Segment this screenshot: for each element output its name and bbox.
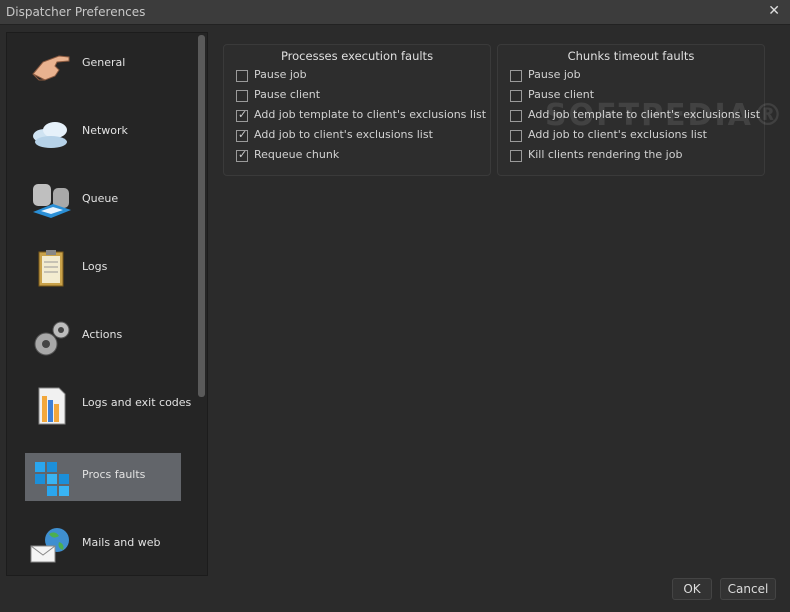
checkbox[interactable] [510, 110, 522, 122]
checkbox-checked[interactable]: ✓ [236, 128, 248, 142]
sidebar-item-logs-and-exit-codes[interactable]: Logs and exit codes [25, 381, 191, 429]
sidebar-item-general[interactable]: General [25, 41, 181, 89]
checkbox[interactable] [510, 70, 522, 82]
checkbox[interactable] [510, 130, 522, 142]
ok-button[interactable]: OK [672, 578, 712, 600]
log-file-icon [38, 387, 66, 425]
sidebar: General Network Queue Logs Actions Logs … [6, 32, 208, 576]
sidebar-item-actions[interactable]: Actions [25, 313, 181, 361]
check-icon: ✓ [238, 128, 248, 141]
sidebar-item-label: Mails and web [82, 536, 161, 549]
sidebar-item-label: Logs [82, 260, 108, 273]
group-title: Processes execution faults [280, 49, 434, 63]
check-icon: ✓ [238, 148, 248, 161]
checkbox[interactable] [510, 150, 522, 162]
cloud-icon [33, 122, 67, 148]
sidebar-scrollbar[interactable] [198, 35, 205, 397]
option-label: Pause job [254, 68, 307, 81]
database-queue-icon [33, 184, 71, 218]
option-label: Add job template to client's exclusions … [528, 108, 761, 121]
sidebar-item-label: General [82, 56, 126, 69]
title-bar: Dispatcher Preferences ✕ [0, 0, 790, 25]
check-icon: ✓ [238, 108, 248, 121]
sidebar-item-logs[interactable]: Logs [25, 245, 181, 293]
option-label: Pause job [528, 68, 581, 81]
cubes-icon [35, 462, 69, 496]
option-label: Requeue chunk [254, 148, 340, 161]
option-label: Kill clients rendering the job [528, 148, 683, 161]
option-label: Pause client [254, 88, 321, 101]
clipboard-icon [38, 250, 64, 287]
sidebar-item-label: Queue [82, 192, 119, 205]
window-title: Dispatcher Preferences [6, 5, 146, 19]
sidebar-item-label: Network [82, 124, 128, 137]
sidebar-item-procs-faults[interactable]: Procs faults [25, 453, 181, 501]
mail-globe-icon [30, 528, 69, 563]
pointing-hand-icon [32, 55, 70, 81]
option-label: Add job to client's exclusions list [254, 128, 433, 141]
sidebar-item-label: Logs and exit codes [82, 396, 192, 409]
chunks-timeout-faults-group: Chunks timeout faults Pause job Pause cl… [497, 44, 765, 176]
checkbox[interactable] [236, 90, 248, 102]
option-label: Pause client [528, 88, 595, 101]
processes-execution-faults-group: Processes execution faults Pause job Pau… [223, 44, 491, 176]
option-label: Add job to client's exclusions list [528, 128, 707, 141]
checkbox[interactable] [510, 90, 522, 102]
sidebar-item-network[interactable]: Network [25, 109, 181, 157]
checkbox[interactable] [236, 70, 248, 82]
sidebar-item-queue[interactable]: Queue [25, 177, 181, 225]
close-icon[interactable]: ✕ [768, 3, 780, 19]
sidebar-item-mails-and-web[interactable]: Mails and web [25, 521, 181, 569]
option-label: Add job template to client's exclusions … [254, 108, 487, 121]
sidebar-item-label: Procs faults [82, 468, 146, 481]
checkbox-checked[interactable]: ✓ [236, 148, 248, 162]
sidebar-item-label: Actions [82, 328, 123, 341]
gears-icon [34, 321, 70, 356]
checkbox-checked[interactable]: ✓ [236, 108, 248, 122]
cancel-button[interactable]: Cancel [720, 578, 776, 600]
group-title: Chunks timeout faults [567, 49, 695, 63]
